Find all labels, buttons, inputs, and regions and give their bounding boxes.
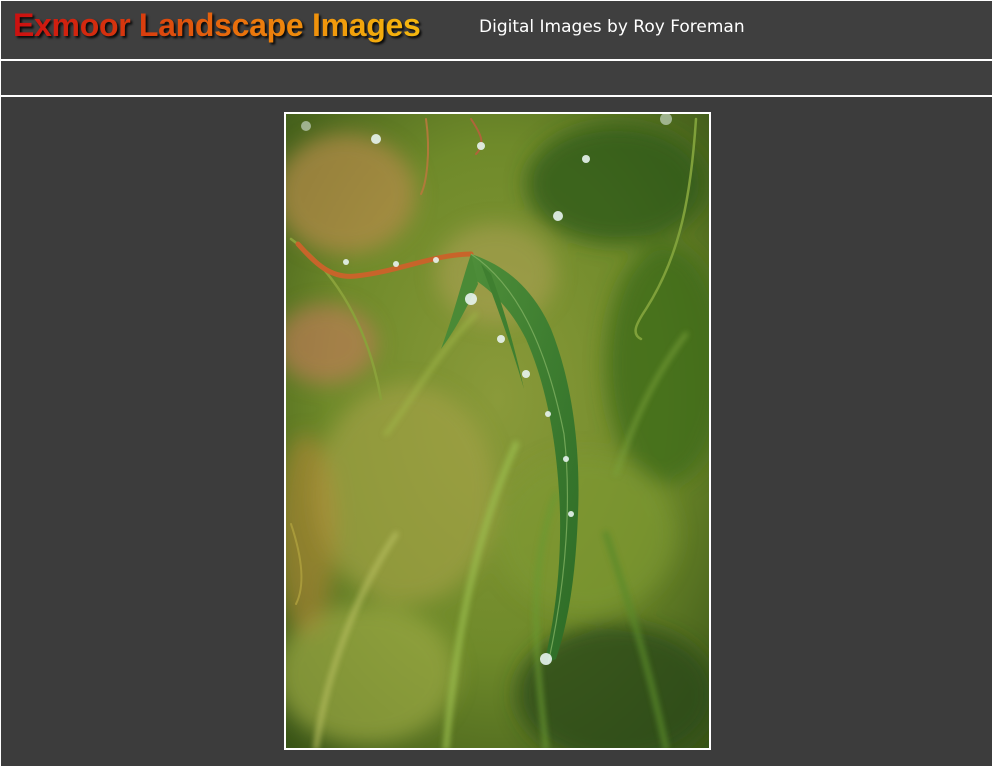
- site-title[interactable]: Exmoor Landscape Images: [13, 7, 421, 44]
- site-subtitle: Digital Images by Roy Foreman: [479, 17, 745, 37]
- navigation-bar: [1, 61, 992, 95]
- site-header: Exmoor Landscape Images Digital Images b…: [1, 1, 992, 59]
- photo-frame: [284, 112, 711, 750]
- nav-divider: [1, 95, 992, 97]
- leaf-photo[interactable]: [286, 114, 709, 748]
- page: Exmoor Landscape Images Digital Images b…: [0, 0, 993, 767]
